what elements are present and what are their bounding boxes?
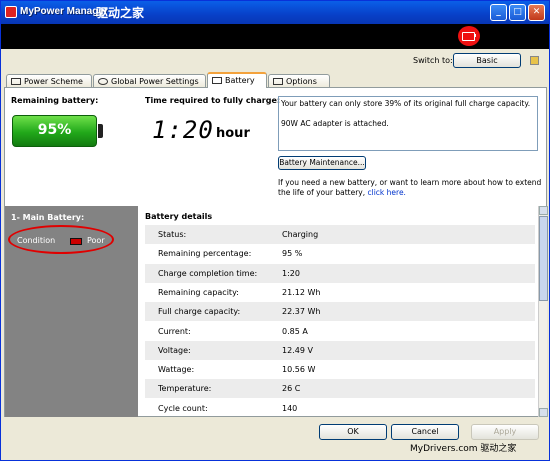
detail-value: 22.37 Wh <box>282 307 321 317</box>
battery-percent: 95% <box>37 122 72 138</box>
battery-panel: Remaining battery: 95% Time required to … <box>4 87 548 417</box>
battery-tip <box>98 124 103 138</box>
click-here-link[interactable]: click here. <box>368 188 406 197</box>
maximize-button[interactable]: □ <box>509 4 526 21</box>
table-row: Remaining capacity: 21.12 Wh <box>145 283 535 302</box>
details-scrollbar[interactable] <box>538 206 548 417</box>
detail-value: 0.85 A <box>282 326 308 336</box>
detail-value: 140 <box>282 403 298 413</box>
scroll-up-button[interactable] <box>539 206 548 215</box>
table-row: Wattage: 10.56 W <box>145 360 535 379</box>
window: MyPower Manager 驱动之家 _ □ ✕ Switch to: Ba… <box>0 0 550 461</box>
table-row: Status: Charging <box>145 225 535 244</box>
detail-key: Remaining capacity: <box>158 287 239 297</box>
detail-key: Temperature: <box>158 384 212 394</box>
detail-key: Charge completion time: <box>158 268 258 278</box>
title-bar[interactable]: MyPower Manager 驱动之家 _ □ ✕ <box>1 1 549 24</box>
charge-time-value: 1:20 <box>152 116 214 144</box>
learn-more-text: If you need a new battery, or want to le… <box>278 178 542 197</box>
charge-time-unit: hour <box>216 126 250 141</box>
apply-button[interactable]: Apply <box>471 424 539 440</box>
battery-icon <box>212 77 222 84</box>
banner <box>1 24 549 49</box>
scroll-thumb[interactable] <box>539 216 548 301</box>
detail-key: Remaining percentage: <box>158 249 252 259</box>
ok-button[interactable]: OK <box>319 424 387 440</box>
tab-battery[interactable]: Battery <box>207 72 267 88</box>
main-battery-label: 1- Main Battery: <box>11 213 85 222</box>
switch-basic-button[interactable]: Basic <box>453 53 521 68</box>
battery-list-sidebar[interactable]: 1- Main Battery: Condition Poor <box>5 206 138 417</box>
details-title: Battery details <box>145 212 213 221</box>
highlight-annotation <box>8 225 114 254</box>
switch-label: Switch to: <box>413 56 453 65</box>
detail-key: Cycle count: <box>158 403 208 413</box>
window-title: MyPower Manager <box>20 6 108 17</box>
battery-alert-icon <box>458 26 480 46</box>
detail-value: 26 C <box>282 384 301 394</box>
table-row: Current: 0.85 A <box>145 322 535 341</box>
tab-strip: Power Scheme Global Power Settings Batte… <box>4 72 544 88</box>
battery-details: Battery details Status: Charging Remaining… <box>139 206 536 417</box>
minimize-button[interactable]: _ <box>490 4 507 21</box>
table-row: Temperature: 26 C <box>145 379 535 399</box>
table-row: Charge completion time: 1:20 <box>145 263 535 283</box>
table-row: Cycle count: 140 <box>145 399 535 417</box>
detail-value: 12.49 V <box>282 345 313 355</box>
adapter-message: 90W AC adapter is attached. <box>281 119 389 128</box>
checkbox-icon <box>273 78 283 85</box>
tab-global-power-settings[interactable]: Global Power Settings <box>93 74 206 88</box>
table-row: Voltage: 12.49 V <box>145 340 535 360</box>
detail-value: 10.56 W <box>282 365 316 375</box>
capacity-message: Your battery can only store 39% of its o… <box>281 99 531 108</box>
cancel-button[interactable]: Cancel <box>391 424 459 440</box>
remaining-battery-label: Remaining battery: <box>11 96 99 105</box>
detail-key: Wattage: <box>158 365 195 375</box>
document-icon <box>11 78 21 85</box>
footer-watermark: MyDrivers.com 驱动之家 <box>410 444 517 454</box>
detail-value: 1:20 <box>282 268 300 278</box>
charge-time-label: Time required to fully charge: <box>145 96 281 105</box>
detail-key: Status: <box>158 230 187 239</box>
detail-value: 95 % <box>282 249 303 259</box>
tab-options[interactable]: Options <box>268 74 330 88</box>
detail-value: Charging <box>282 230 319 239</box>
battery-maintenance-button[interactable]: Battery Maintenance... <box>278 156 366 170</box>
watermark: 驱动之家 <box>96 6 145 20</box>
table-row: Remaining percentage: 95 % <box>145 244 535 263</box>
gear-icon <box>98 78 108 85</box>
battery-message-box: Your battery can only store 39% of its o… <box>278 96 538 151</box>
help-icon[interactable] <box>530 56 539 65</box>
detail-key: Voltage: <box>158 345 191 355</box>
detail-key: Full charge capacity: <box>158 307 241 317</box>
close-button[interactable]: ✕ <box>528 4 545 21</box>
detail-value: 21.12 Wh <box>282 287 321 297</box>
tab-power-scheme[interactable]: Power Scheme <box>6 74 92 88</box>
scroll-down-button[interactable] <box>539 408 548 417</box>
table-row: Full charge capacity: 22.37 Wh <box>145 302 535 322</box>
detail-key: Current: <box>158 326 191 336</box>
app-icon <box>5 6 17 18</box>
